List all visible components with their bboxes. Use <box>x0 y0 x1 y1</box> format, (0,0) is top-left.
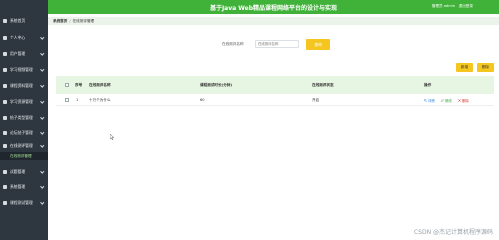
edit-label: 修改 <box>445 98 452 103</box>
sidebar-item-label: 系统管理 <box>10 184 26 189</box>
row-index: 1 <box>76 98 79 102</box>
sidebar-item-videos[interactable]: 学习视频管理 <box>0 65 48 75</box>
sidebar-item-label: 在线测评管理 <box>10 143 33 148</box>
sidebar-subitem-online-exam[interactable]: 在线测评管理 <box>0 152 48 160</box>
mouse-cursor-icon <box>110 134 114 140</box>
chevron-down-icon <box>39 143 44 148</box>
row-checkbox[interactable] <box>65 98 69 102</box>
settings-icon <box>3 185 7 189</box>
column-header-index: 序号 <box>75 83 83 87</box>
sidebar-item-profile[interactable]: 个人中心 <box>0 33 48 43</box>
chevron-down-icon <box>39 99 44 104</box>
home-icon <box>3 19 7 23</box>
video-icon <box>3 68 7 72</box>
search-input[interactable] <box>255 40 299 48</box>
sidebar-item-course-materials[interactable]: 课程资料管理 <box>0 81 48 91</box>
delete-button[interactable]: 删除 <box>477 63 494 72</box>
table-header: 序号 在线测评名称 课程测试时长(分钟) 在线测评状态 操作 <box>56 76 494 94</box>
sidebar: 系统首页 个人中心 用户管理 学习视频管理 课程资料管理 学习资源管理 帖子类型… <box>0 0 48 240</box>
search-label: 在线测评名称 <box>222 42 244 46</box>
sidebar-item-questions[interactable]: 试题管理 <box>0 167 48 177</box>
sidebar-item-label: 课程测试管理 <box>10 200 33 205</box>
user-icon <box>3 36 7 40</box>
watermark: CSDN @杰记计算机程序源码 <box>413 229 493 236</box>
column-header-name: 在线测评名称 <box>89 83 111 87</box>
sidebar-item-resources[interactable]: 学习资源管理 <box>0 97 48 107</box>
sidebar-item-post-types[interactable]: 帖子类型管理 <box>0 113 48 123</box>
sidebar-item-label: 个人中心 <box>10 35 26 40</box>
column-header-actions: 操作 <box>424 83 432 87</box>
column-header-duration: 课程测试时长(分钟) <box>200 83 233 87</box>
chevron-down-icon <box>39 130 44 135</box>
sidebar-item-label: 学习资源管理 <box>10 99 33 104</box>
folder-icon <box>3 100 7 104</box>
test-icon <box>3 201 7 205</box>
sidebar-item-home[interactable]: 系统首页 <box>0 16 48 26</box>
table-row: 1 十万个为什么 60 开启 详情 修改 删除 <box>56 94 494 106</box>
chevron-down-icon <box>39 115 44 120</box>
forum-icon <box>3 131 7 135</box>
breadcrumb-home[interactable]: 系统首页 <box>53 19 67 24</box>
sidebar-item-label: 课程资料管理 <box>10 83 33 88</box>
sidebar-item-label: 系统首页 <box>10 18 26 23</box>
book-icon <box>3 84 7 88</box>
edit-button[interactable]: 修改 <box>441 98 452 103</box>
chevron-down-icon <box>39 67 44 72</box>
remove-label: 删除 <box>462 98 469 103</box>
tag-icon <box>3 116 7 120</box>
chevron-down-icon <box>39 169 44 174</box>
chevron-down-icon <box>39 184 44 189</box>
chevron-down-icon <box>39 83 44 88</box>
chevron-down-icon <box>39 51 44 56</box>
row-name: 十万个为什么 <box>89 98 111 102</box>
detail-label: 详情 <box>428 98 435 103</box>
chevron-down-icon <box>39 35 44 40</box>
column-header-status: 在线测评状态 <box>312 83 334 87</box>
row-duration: 60 <box>200 98 205 102</box>
remove-button[interactable]: 删除 <box>458 98 469 103</box>
logout-link[interactable]: 退出登录 <box>459 4 473 9</box>
search-button[interactable]: 查询 <box>306 39 330 50</box>
users-icon <box>3 52 7 56</box>
breadcrumb-current: 在线测评管理 <box>72 18 95 23</box>
edit-icon <box>441 98 444 102</box>
sidebar-item-label: 试题管理 <box>10 169 26 174</box>
sidebar-item-course-tests[interactable]: 课程测试管理 <box>0 198 48 208</box>
detail-button[interactable]: 详情 <box>424 98 435 103</box>
sidebar-item-label: 帖子类型管理 <box>10 115 33 120</box>
breadcrumb-separator: / <box>69 19 71 23</box>
current-user: 管理员 admin <box>431 4 455 8</box>
add-button[interactable]: 新增 <box>456 63 473 72</box>
search-icon <box>424 98 427 102</box>
header-bar: 基于Java Web精品课程网络平台的设计与实现 管理员 admin 退出登录 <box>48 0 499 14</box>
chevron-down-icon <box>39 200 44 205</box>
sidebar-item-label: 论坛帖子管理 <box>10 130 33 135</box>
sidebar-item-online-exam[interactable]: 在线测评管理 <box>0 141 48 151</box>
exam-icon <box>3 144 7 148</box>
select-all-checkbox[interactable] <box>65 83 69 87</box>
close-icon <box>458 98 461 102</box>
sidebar-item-system[interactable]: 系统管理 <box>0 182 48 192</box>
sidebar-item-forum-posts[interactable]: 论坛帖子管理 <box>0 128 48 138</box>
sidebar-item-label: 用户管理 <box>10 51 26 56</box>
breadcrumb: 系统首页 / 在线测评管理 <box>48 17 499 25</box>
sidebar-item-users[interactable]: 用户管理 <box>0 49 48 59</box>
question-icon <box>3 170 7 174</box>
row-status: 开启 <box>312 98 320 102</box>
sidebar-item-label: 学习视频管理 <box>10 67 33 72</box>
